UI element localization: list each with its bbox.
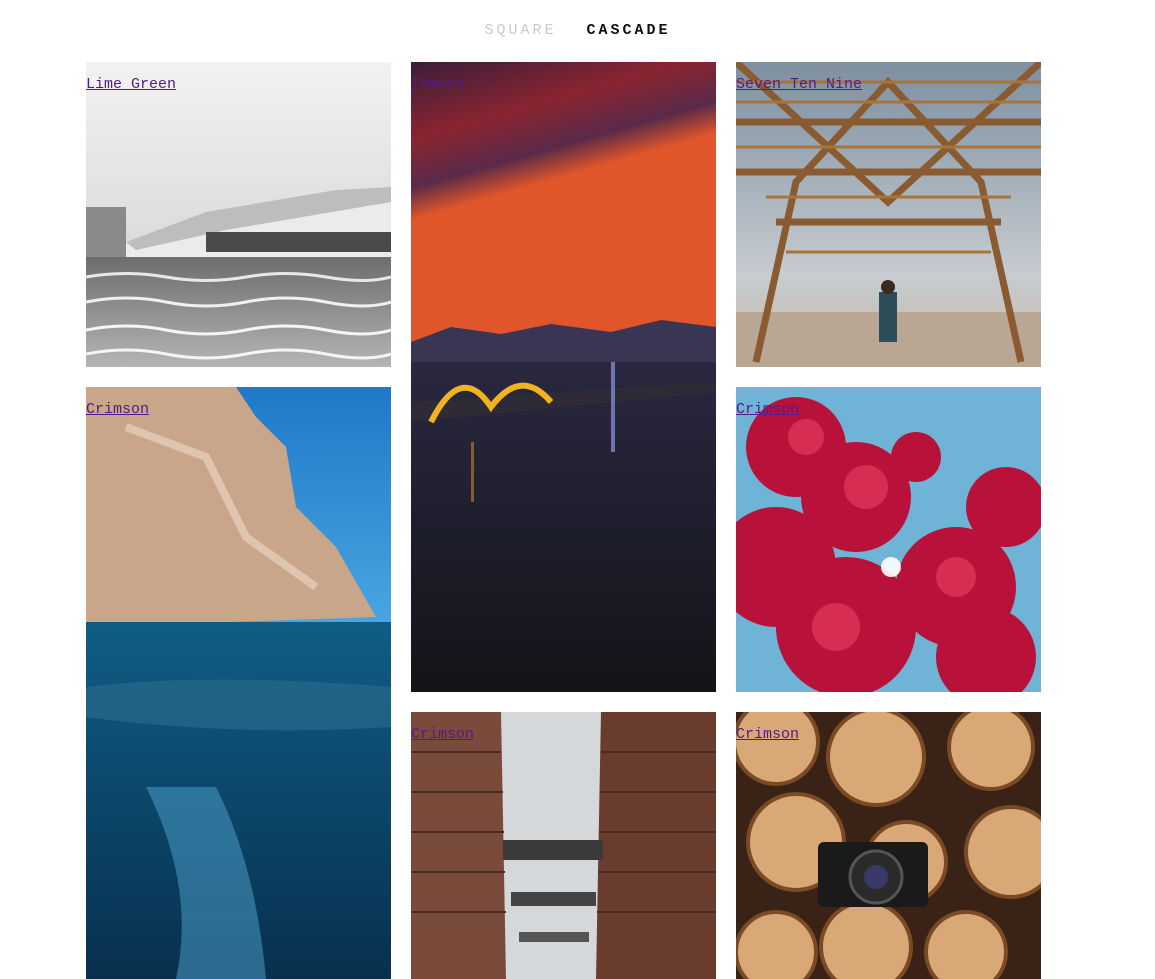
building-photo <box>86 62 391 367</box>
tile-label[interactable]: Seven Ten Nine <box>736 76 862 93</box>
gallery-tile[interactable]: Crimson <box>86 387 391 979</box>
gallery-tile[interactable]: Seven Ten Nine <box>736 62 1041 367</box>
tile-label[interactable]: Tomato <box>411 76 465 93</box>
gallery-tile[interactable]: Tomato <box>411 62 716 692</box>
gallery-tile[interactable]: Crimson <box>411 712 716 979</box>
tile-label[interactable]: Crimson <box>736 726 799 743</box>
tile-label[interactable]: Crimson <box>411 726 474 743</box>
cliff-underwater-photo <box>86 387 391 979</box>
city-sunset-photo <box>411 62 716 692</box>
tile-label[interactable]: Lime Green <box>86 76 176 93</box>
red-flowers-photo <box>736 387 1041 692</box>
gallery-tile[interactable]: Crimson <box>736 712 1041 979</box>
wooden-structure-photo <box>736 62 1041 367</box>
logs-camera-photo <box>736 712 1041 979</box>
layout-option-cascade[interactable]: CASCADE <box>587 22 671 39</box>
layout-switcher: SQUARE CASCADE <box>0 22 1155 39</box>
tile-label[interactable]: Crimson <box>736 401 799 418</box>
tile-label[interactable]: Crimson <box>86 401 149 418</box>
gallery-tile[interactable]: Lime Green <box>86 62 391 367</box>
gallery-tile[interactable]: Crimson <box>736 387 1041 692</box>
layout-option-square[interactable]: SQUARE <box>484 22 556 39</box>
brick-alley-photo <box>411 712 716 979</box>
